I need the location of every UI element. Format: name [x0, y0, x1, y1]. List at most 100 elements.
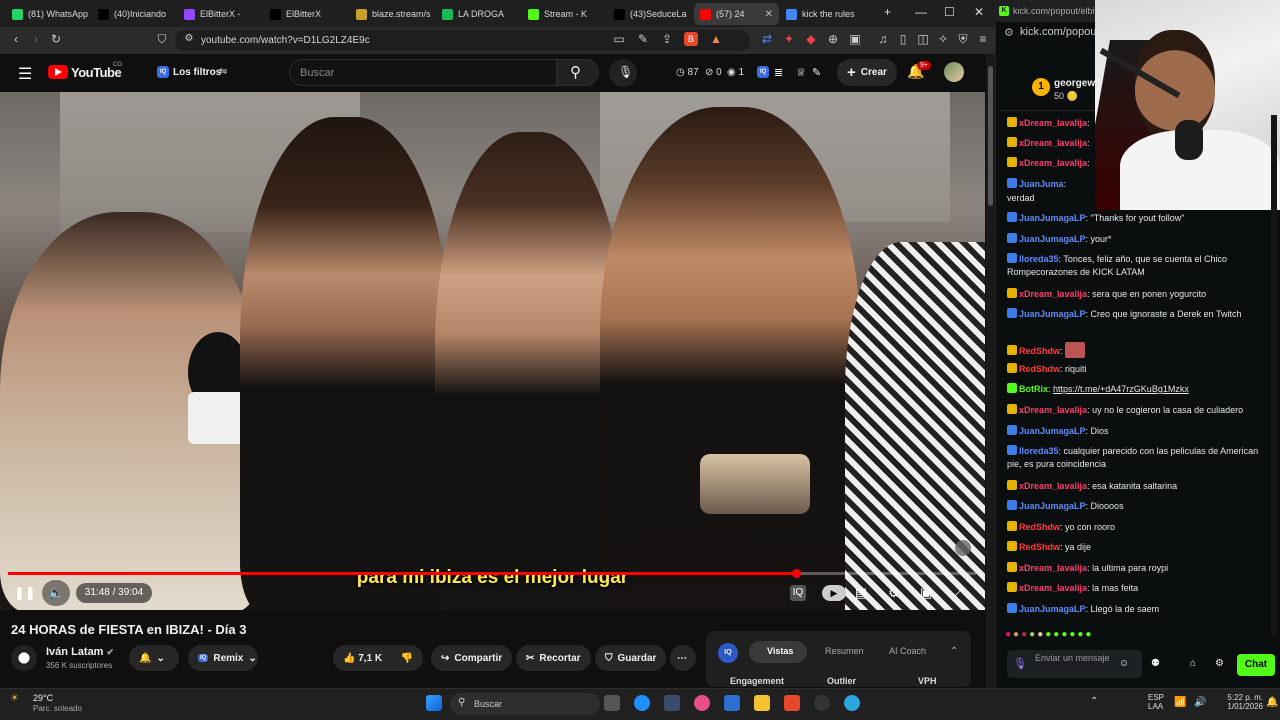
chat-username[interactable]: RedShdw — [1019, 522, 1060, 532]
channel-avatar[interactable] — [11, 645, 37, 671]
chat-username[interactable]: JuanJumagaLP — [1019, 604, 1086, 614]
task-view-icon[interactable] — [604, 695, 620, 711]
top-gifter-name[interactable]: georgew — [1054, 78, 1095, 89]
maximize-button[interactable]: ☐ — [944, 5, 955, 19]
rewards-icon[interactable]: ▲ — [709, 32, 723, 46]
emote-bar[interactable]: ●●●●●●●●●●● — [1005, 629, 1185, 645]
create-button[interactable]: + Crear — [837, 59, 897, 86]
subscribe-bell-button[interactable]: 🔔 ⌄ — [129, 645, 179, 671]
forward-icon[interactable]: › — [29, 32, 43, 46]
store-app-icon[interactable] — [724, 695, 740, 711]
chat-username[interactable]: xDream_lavalija — [1019, 138, 1087, 148]
bookmark-icon[interactable]: ⛉ — [155, 32, 169, 46]
taskbar-clock[interactable]: 5:22 p. m. 1/01/2026 — [1215, 693, 1263, 711]
menu-icon[interactable]: ≡ — [976, 32, 990, 46]
start-button[interactable] — [426, 695, 442, 711]
channel-name[interactable]: Iván Latam ✔ — [46, 646, 114, 658]
miniplayer-icon[interactable]: ▣ — [918, 585, 934, 601]
like-button[interactable]: 👍 7,1 K — [343, 653, 382, 664]
chat-username[interactable]: RedShdw — [1019, 542, 1060, 552]
sidebar-icon[interactable]: ▯ — [896, 32, 910, 46]
player-overlay-icon[interactable] — [955, 540, 971, 556]
browser-tab[interactable]: (81) WhatsApp — [6, 3, 91, 25]
chat-username[interactable]: xDream_lavalija — [1019, 405, 1087, 415]
account-avatar[interactable] — [944, 62, 964, 82]
new-tab-button[interactable]: + — [884, 5, 891, 19]
back-icon[interactable]: ‹ — [9, 32, 23, 46]
chat-scrollbar[interactable] — [1271, 115, 1277, 635]
chat-username[interactable]: RedShdw — [1019, 364, 1060, 374]
chat-username[interactable]: xDream_lavalija — [1019, 583, 1087, 593]
insights-tab-ai-coach[interactable]: AI Coach — [889, 646, 926, 656]
vpn-icon[interactable]: ⛨ — [956, 32, 970, 46]
copilot-icon[interactable] — [694, 695, 710, 711]
mic-emote-icon[interactable]: 🎙 — [1013, 657, 1027, 670]
language-indicator[interactable]: ESP LAA — [1148, 693, 1164, 711]
chat-username[interactable]: BotRix — [1019, 384, 1048, 394]
fullscreen-icon[interactable]: ⤢ — [950, 585, 966, 601]
settings-app-icon[interactable] — [664, 695, 680, 711]
chat-username[interactable]: JuanJumagaLP — [1019, 501, 1086, 511]
clip-button[interactable]: ✂ Recortar — [516, 645, 591, 671]
browser-tab[interactable]: ElBitterX — [264, 3, 349, 25]
reload-icon[interactable]: ↻ — [49, 32, 63, 46]
filters-label[interactable]: Los filtros — [173, 67, 221, 78]
edge-icon[interactable] — [634, 695, 650, 711]
search-input[interactable]: Buscar — [289, 59, 557, 86]
hamburger-menu-icon[interactable]: ☰ — [18, 64, 32, 84]
trophy-icon[interactable]: ♕ — [796, 66, 806, 79]
chat-username[interactable]: lloreda35 — [1019, 254, 1059, 264]
obs-icon[interactable] — [814, 695, 830, 711]
extension-icon-2[interactable]: ◆ — [804, 32, 818, 46]
dislike-button[interactable]: 👎 — [401, 653, 413, 664]
url-options-icon[interactable]: ⚙ — [1004, 26, 1014, 39]
browser-tab[interactable]: (40)Iniciando — [92, 3, 177, 25]
settings-gear-icon[interactable]: ⚙ — [886, 585, 902, 601]
chat-username[interactable]: JuanJumagaLP — [1019, 234, 1086, 244]
users-icon[interactable]: ⚉ — [1151, 658, 1160, 669]
weather-temp[interactable]: 29°C — [33, 693, 53, 703]
scrubber-handle[interactable] — [791, 569, 801, 578]
notification-center-icon[interactable]: 🔔 — [1266, 697, 1278, 708]
remix-button[interactable]: IQ Remix ⌄ — [188, 645, 258, 671]
emoji-picker-icon[interactable]: ☺ — [1119, 658, 1129, 669]
chat-username[interactable]: xDream_lavalija — [1019, 118, 1087, 128]
vidiq-toolbar-icon[interactable]: IQ — [757, 66, 769, 78]
chat-send-button[interactable]: Chat — [1237, 654, 1275, 676]
browser-tab[interactable]: LA DROGA — [436, 3, 521, 25]
close-window-button[interactable]: ✕ — [974, 5, 984, 19]
page-scrollbar-thumb[interactable] — [988, 66, 993, 206]
insights-tab-views[interactable]: Vistas — [767, 646, 793, 656]
pause-icon[interactable]: ❚❚ — [14, 585, 36, 601]
chat-username[interactable]: xDream_lavalija — [1019, 563, 1087, 573]
brave-taskbar-icon[interactable] — [784, 695, 800, 711]
extension-icon-3[interactable]: ⊕ — [826, 32, 840, 46]
share-button[interactable]: ↪ Compartir — [431, 645, 513, 671]
chat-username[interactable]: lloreda35 — [1019, 446, 1059, 456]
chat-username[interactable]: xDream_lavalija — [1019, 158, 1087, 168]
chat-settings-icon[interactable]: ⚙ — [1215, 658, 1224, 669]
ai-icon[interactable]: ✧ — [936, 32, 950, 46]
minimize-button[interactable]: — — [915, 5, 927, 19]
chat-username[interactable]: JuanJuma — [1019, 179, 1064, 189]
volume-tray-icon[interactable]: 🔊 — [1194, 697, 1206, 708]
extension-icon-4[interactable]: ▣ — [848, 32, 862, 46]
browser-tab[interactable]: Stream - K — [522, 3, 607, 25]
network-icon[interactable]: 📶 — [1174, 697, 1186, 708]
weather-icon[interactable]: ☀ — [10, 693, 19, 704]
more-actions-button[interactable]: ⋯ — [670, 645, 696, 671]
taskbar-search-input[interactable]: Buscar — [450, 693, 600, 715]
browser-tab[interactable]: blaze.stream/s — [350, 3, 435, 25]
wallet-icon[interactable]: ◫ — [916, 32, 930, 46]
close-tab-icon[interactable]: ✕ — [765, 9, 773, 20]
tray-chevron-icon[interactable]: ⌃ — [1090, 696, 1098, 707]
video-player[interactable] — [0, 92, 985, 610]
list-icon[interactable]: ≣ — [774, 66, 783, 79]
chat-bubble-icon[interactable]: ✎ — [812, 66, 821, 79]
site-info-icon[interactable]: ⚙ — [182, 32, 196, 46]
save-button[interactable]: ⛉ Guardar — [595, 645, 667, 671]
chat-username[interactable]: xDream_lavalija — [1019, 289, 1087, 299]
store-icon[interactable]: ⌂ — [1190, 658, 1196, 669]
chat-username[interactable]: JuanJumagaLP — [1019, 309, 1086, 319]
music-icon[interactable]: ♫ — [876, 32, 890, 46]
